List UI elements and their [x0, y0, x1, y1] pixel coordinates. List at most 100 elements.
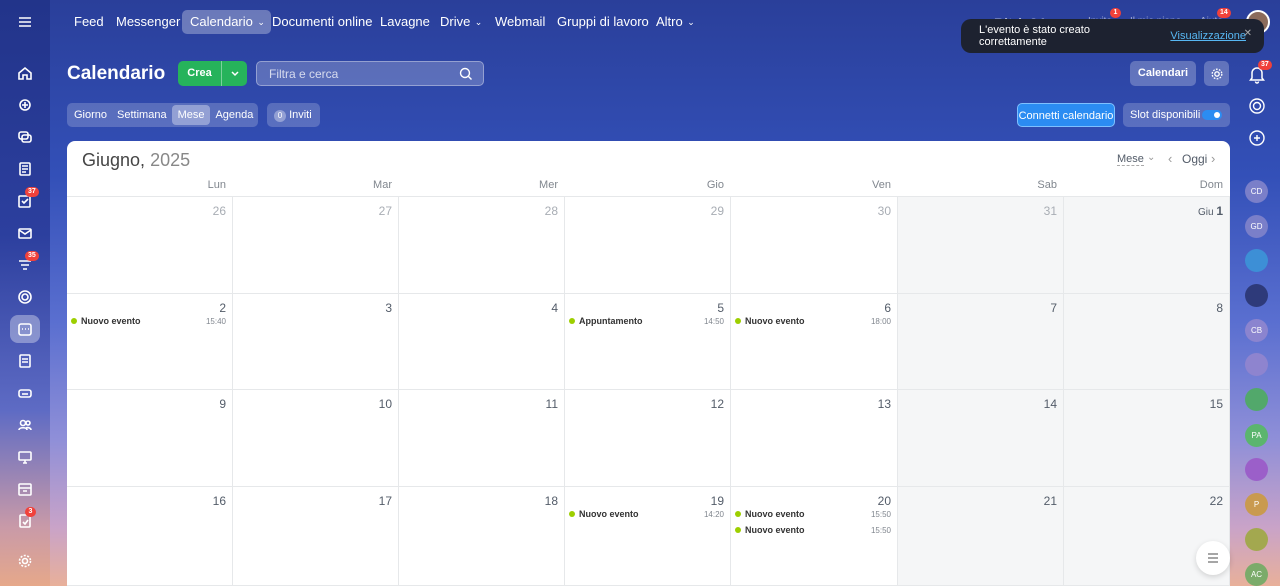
prev-month-icon[interactable]: ‹: [1168, 151, 1172, 166]
day-cell[interactable]: 13: [731, 390, 898, 487]
day-cell[interactable]: 26: [67, 197, 233, 294]
calendar-nav-icon[interactable]: [10, 315, 40, 343]
nav-workgroups[interactable]: Gruppi di lavoro: [549, 10, 657, 34]
toast-view-link[interactable]: Visualizzazione: [1170, 30, 1246, 42]
day-cell[interactable]: 4: [399, 294, 565, 390]
day-cell[interactable]: 31: [898, 197, 1064, 294]
day-cell[interactable]: 8: [1064, 294, 1230, 390]
day-cell[interactable]: 15: [1064, 390, 1230, 487]
board-icon[interactable]: [13, 445, 37, 469]
event-time: 14:50: [703, 316, 724, 326]
nav-webmail[interactable]: Webmail: [487, 10, 553, 34]
calendars-button[interactable]: Calendari: [1130, 61, 1196, 86]
chat-avatar[interactable]: CB: [1245, 319, 1268, 342]
view-agenda[interactable]: Agenda: [210, 105, 258, 125]
view-select[interactable]: Mese: [1117, 153, 1144, 166]
home-icon[interactable]: [13, 61, 37, 85]
mail-icon[interactable]: [13, 221, 37, 245]
calendar-event[interactable]: Nuovo evento 14:20: [569, 507, 724, 521]
day-cell[interactable]: 29: [565, 197, 731, 294]
feed-icon[interactable]: [13, 157, 37, 181]
copilot-icon[interactable]: [13, 93, 37, 117]
day-number: 3: [385, 301, 392, 315]
search-input[interactable]: [257, 62, 447, 85]
settings-icon[interactable]: [13, 549, 37, 573]
day-cell[interactable]: 17: [233, 487, 399, 586]
day-cell[interactable]: 7: [898, 294, 1064, 390]
drive-icon[interactable]: [13, 381, 37, 405]
chat-avatar[interactable]: [1245, 458, 1268, 481]
funnel-icon[interactable]: 35: [13, 251, 39, 277]
day-cell[interactable]: 12: [565, 390, 731, 487]
day-cell[interactable]: 9: [67, 390, 233, 487]
chat-avatar[interactable]: GD: [1245, 215, 1268, 238]
day-cell[interactable]: 5 Appuntamento 14:50: [565, 294, 731, 390]
sites-icon[interactable]: [13, 285, 37, 309]
chevron-down-icon[interactable]: [222, 61, 247, 86]
chat-avatar[interactable]: [1245, 284, 1268, 307]
nav-messenger[interactable]: Messenger: [108, 10, 188, 34]
day-cell[interactable]: 2 Nuovo evento 15:40: [67, 294, 233, 390]
day-cell[interactable]: 27: [233, 197, 399, 294]
nav-boards[interactable]: Lavagne: [372, 10, 438, 34]
planner-icon[interactable]: [13, 477, 37, 501]
day-cell[interactable]: 30: [731, 197, 898, 294]
chat-icon[interactable]: [13, 125, 37, 149]
chat-avatar[interactable]: P: [1245, 493, 1268, 516]
search-people-icon[interactable]: [1245, 126, 1269, 150]
nav-drive[interactable]: Drive ⌄: [432, 10, 488, 34]
calendar-event[interactable]: Nuovo evento 15:50: [735, 523, 891, 537]
nav-more[interactable]: Altro ⌄: [648, 10, 701, 34]
day-cell[interactable]: 28: [399, 197, 565, 294]
day-cell[interactable]: 3: [233, 294, 399, 390]
menu-icon[interactable]: [13, 10, 37, 34]
day-cell[interactable]: 6 Nuovo evento 18:00: [731, 294, 898, 390]
calendar-event[interactable]: Nuovo evento 18:00: [735, 314, 891, 328]
chat-avatar[interactable]: [1245, 249, 1268, 272]
search-icon[interactable]: [459, 67, 473, 81]
invites-button[interactable]: 0 Inviti: [267, 103, 320, 127]
close-icon[interactable]: ✕: [1244, 28, 1252, 39]
chat-avatar[interactable]: CD: [1245, 180, 1268, 203]
view-day[interactable]: Giorno: [69, 105, 112, 125]
day-cell[interactable]: 10: [233, 390, 399, 487]
create-button[interactable]: Crea: [178, 61, 247, 86]
event-time: 15:40: [205, 316, 226, 326]
day-cell[interactable]: Giu 1: [1064, 197, 1230, 294]
nav-feed[interactable]: Feed: [66, 10, 112, 34]
notes-icon[interactable]: 3: [13, 507, 37, 533]
event-dot: [71, 318, 77, 324]
view-month[interactable]: Mese: [171, 105, 211, 125]
slots-button[interactable]: Slot disponibili: [1123, 103, 1230, 127]
day-cell[interactable]: 14: [898, 390, 1064, 487]
nav-documents[interactable]: Documenti online: [264, 10, 380, 34]
calendar-event[interactable]: Nuovo evento 15:40: [71, 314, 226, 328]
settings-button[interactable]: [1204, 61, 1229, 86]
chat-avatar[interactable]: [1245, 388, 1268, 411]
list-view-button[interactable]: [1196, 541, 1230, 575]
nav-calendar[interactable]: Calendario ⌄: [182, 10, 271, 34]
tasks-icon[interactable]: 37: [13, 187, 39, 213]
day-cell[interactable]: 19 Nuovo evento 14:20: [565, 487, 731, 586]
groups-icon[interactable]: [13, 413, 37, 437]
calendar-event[interactable]: Appuntamento 14:50: [569, 314, 724, 328]
documents-icon[interactable]: [13, 349, 37, 373]
connect-calendar-button[interactable]: Connetti calendario: [1017, 103, 1115, 127]
day-cell[interactable]: 20 Nuovo evento 15:50 Nuovo evento 15:50: [731, 487, 898, 586]
activity-icon[interactable]: [1245, 94, 1269, 118]
month-name: Giugno,: [82, 150, 146, 170]
chat-avatar[interactable]: [1245, 353, 1268, 376]
chat-avatar[interactable]: [1245, 528, 1268, 551]
calendar-event[interactable]: Nuovo evento 15:50: [735, 507, 891, 521]
view-week[interactable]: Settimana: [112, 105, 172, 125]
day-cell[interactable]: 11: [399, 390, 565, 487]
slots-toggle[interactable]: [1202, 110, 1222, 120]
next-month-icon[interactable]: ›: [1211, 151, 1215, 166]
today-button[interactable]: Oggi: [1182, 152, 1207, 166]
chat-avatar[interactable]: PA: [1245, 424, 1268, 447]
day-cell[interactable]: 16: [67, 487, 233, 586]
notifications-button[interactable]: 37: [1245, 60, 1272, 86]
day-cell[interactable]: 18: [399, 487, 565, 586]
day-cell[interactable]: 21: [898, 487, 1064, 586]
chat-avatar[interactable]: AC: [1245, 563, 1268, 586]
